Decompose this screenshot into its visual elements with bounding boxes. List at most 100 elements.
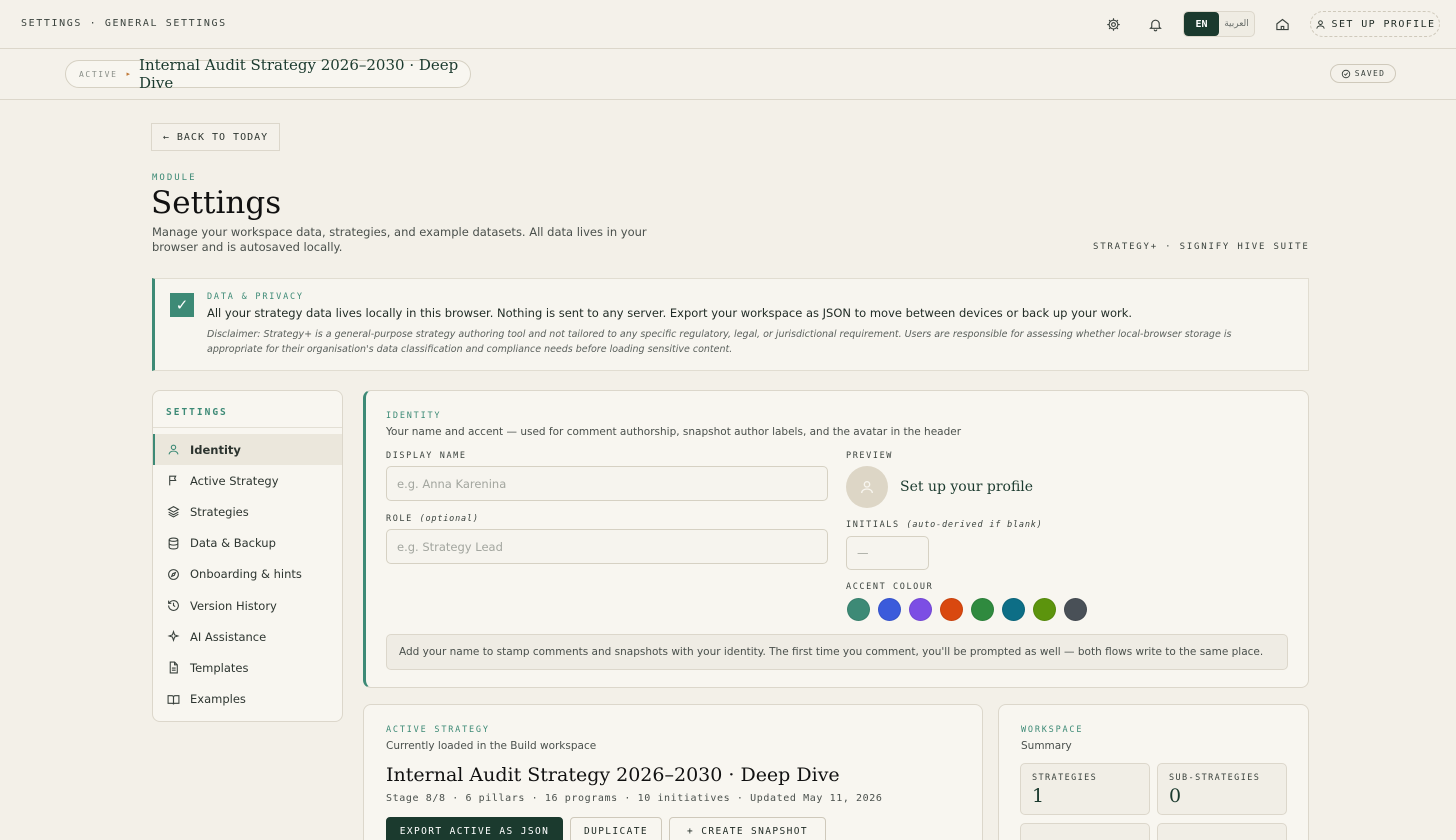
workspace-tag: WORKSPACE [1021,725,1084,735]
workspace-card: WORKSPACE Summary STRATEGIES 1 SUB-STRAT… [998,704,1309,840]
history-icon [168,600,179,611]
file-icon [169,661,178,674]
stat-label: SUB-STRATEGIES [1169,773,1261,783]
active-strategy-name: Internal Audit Strategy 2026–2030 · Deep… [139,56,459,92]
sidebar-item-templates[interactable]: Templates [153,652,342,683]
privacy-tag: DATA & PRIVACY [207,292,304,302]
active-strategy-card: ACTIVE STRATEGY Currently loaded in the … [363,704,983,840]
create-snapshot-button[interactable]: + CREATE SNAPSHOT [669,817,826,840]
stat-card [1020,823,1150,840]
initials-input[interactable] [846,536,929,570]
active-strategy-pill[interactable]: ACTIVE ▸ Internal Audit Strategy 2026–20… [65,56,471,92]
role-input[interactable] [386,529,828,564]
module-tag: MODULE [152,173,197,183]
sidebar-item-onboarding[interactable]: Onboarding & hints [153,559,342,590]
stat-strategies: STRATEGIES 1 [1020,763,1150,815]
active-strategy-tag: ACTIVE STRATEGY [386,725,490,735]
page-description: Manage your workspace data, strategies, … [152,225,647,254]
active-strategy-bar: ACTIVE ▸ Internal Audit Strategy 2026–20… [0,49,1456,100]
lang-en-button[interactable]: EN [1184,12,1219,36]
sidebar-item-label: Identity [190,442,241,457]
sidebar-item-version-history[interactable]: Version History [153,590,342,621]
active-strategy-subtitle: Currently loaded in the Build workspace [386,740,597,752]
accent-swatch-6[interactable] [1002,598,1025,621]
sidebar-item-data-backup[interactable]: Data & Backup [153,528,342,559]
identity-card: IDENTITY Your name and accent — used for… [363,390,1309,688]
privacy-disclaimer: Disclaimer: Strategy+ is a general-purpo… [207,329,1232,355]
stat-value: 1 [1032,785,1045,807]
home-icon[interactable] [1272,14,1292,34]
settings-sidebar: SETTINGS Identity Active Strategy Strate… [152,390,343,722]
saved-label: SAVED [1354,69,1386,78]
bell-icon[interactable] [1145,14,1165,34]
display-name-input[interactable] [386,466,828,501]
accent-colour-swatches [847,598,1087,621]
sidebar-item-label: AI Assistance [190,629,267,644]
preview-name: Set up your profile [900,479,1034,495]
set-up-profile-button[interactable]: SET UP PROFILE [1310,11,1440,37]
flag-icon [169,475,177,486]
sidebar-item-ai-assistance[interactable]: AI Assistance [153,621,342,652]
active-tag: ACTIVE [79,69,118,79]
compass-icon [168,568,179,580]
preview-label: PREVIEW [846,451,894,461]
accent-swatch-5[interactable] [971,598,994,621]
active-strategy-title: Internal Audit Strategy 2026–2030 · Deep… [386,764,840,786]
sidebar-item-label: Active Strategy [190,473,279,488]
sidebar-item-label: Examples [190,692,246,707]
accent-swatch-2[interactable] [878,598,901,621]
avatar [846,466,888,508]
identity-hint: Add your name to stamp comments and snap… [386,634,1288,670]
sidebar-item-label: Strategies [190,504,249,519]
identity-subtitle: Your name and accent — used for comment … [386,426,962,438]
divider [153,427,342,428]
page-title: Settings [151,185,282,221]
back-to-today-button[interactable]: ← BACK TO TODAY [151,123,280,151]
sidebar-item-identity[interactable]: Identity [153,434,342,466]
sidebar-item-label: Data & Backup [190,536,276,551]
sidebar-item-label: Templates [190,660,249,675]
accent-swatch-8[interactable] [1064,598,1087,621]
sidebar-item-label: Version History [190,598,277,613]
sparkle-icon [167,630,180,643]
stat-value: 0 [1169,785,1182,807]
accent-colour-label: ACCENT COLOUR [846,582,934,592]
sidebar-item-active-strategy[interactable]: Active Strategy [153,465,342,496]
arrow-icon: ▸ [126,70,131,78]
language-switcher: EN العربية [1183,11,1255,37]
user-icon [168,444,179,455]
data-privacy-notice: ✓ DATA & PRIVACY All your strategy data … [152,278,1309,371]
accent-swatch-1[interactable] [847,598,870,621]
check-circle-icon [1341,69,1350,78]
stat-sub-strategies: SUB-STRATEGIES 0 [1157,763,1287,815]
accent-swatch-7[interactable] [1033,598,1056,621]
lang-ar-button[interactable]: العربية [1219,12,1254,36]
identity-tag: IDENTITY [386,411,442,421]
profile-label: SET UP PROFILE [1331,18,1436,30]
saved-badge: SAVED [1330,64,1396,83]
sidebar-item-strategies[interactable]: Strategies [153,496,342,527]
initials-label: INITIALS (auto-derived if blank) [846,520,1043,530]
role-label: ROLE (optional) [386,514,479,524]
top-bar: SETTINGS · GENERAL SETTINGS EN العربية S… [0,0,1456,49]
suite-label: STRATEGY+ · SIGNIFY HIVE SUITE [1093,242,1310,252]
database-icon [168,537,179,550]
checkmark-icon: ✓ [170,293,194,317]
role-optional: (optional) [419,514,479,524]
accent-swatch-3[interactable] [909,598,932,621]
display-name-label: DISPLAY NAME [386,451,467,461]
export-json-button[interactable]: EXPORT ACTIVE AS JSON [386,817,563,840]
workspace-subtitle: Summary [1021,740,1072,752]
stat-label: STRATEGIES [1032,773,1098,783]
gear-icon[interactable] [1103,14,1123,34]
accent-swatch-4[interactable] [940,598,963,621]
breadcrumb: SETTINGS · GENERAL SETTINGS [21,18,227,29]
sidebar-title: SETTINGS [166,407,228,418]
privacy-text: All your strategy data lives locally in … [207,306,1133,320]
sidebar-item-examples[interactable]: Examples [153,684,342,715]
user-icon [1315,19,1325,29]
layers-icon [167,506,180,519]
active-strategy-meta: Stage 8/8 · 6 pillars · 16 programs · 10… [386,793,883,804]
book-icon [167,694,180,705]
duplicate-button[interactable]: DUPLICATE [570,817,662,840]
